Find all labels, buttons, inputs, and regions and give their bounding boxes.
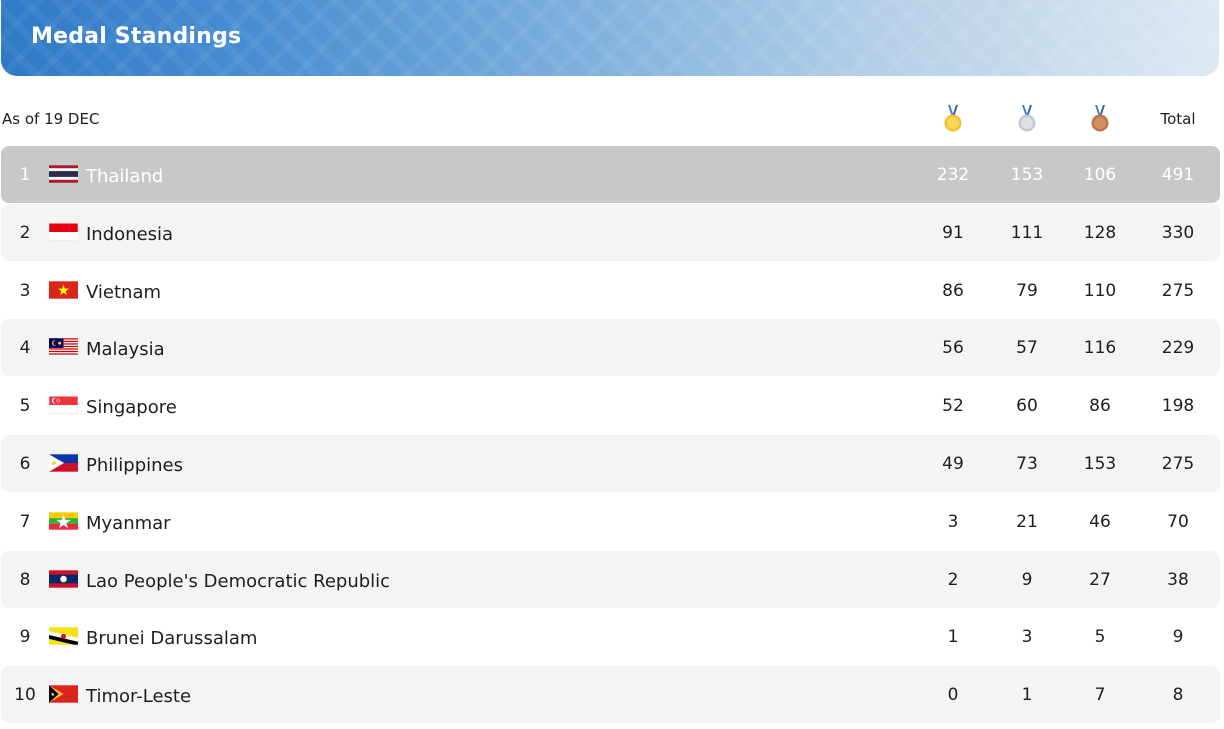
vietnam-flag-icon (49, 280, 78, 299)
table-header: As of 19 DEC Total (0, 100, 1220, 138)
table-row[interactable]: 8 Lao People's Democratic Republic 2 9 2… (1, 550, 1220, 608)
rank: 1 (19, 165, 31, 185)
as-of-date: As of 19 DEC (2, 110, 100, 128)
total-count: 330 (1161, 222, 1195, 243)
bronze-count: 116 (1083, 338, 1117, 359)
gold-count: 1 (947, 627, 959, 648)
table-row[interactable]: 7 Myanmar 3 21 46 70 (1, 493, 1220, 550)
silver-count: 3 (1021, 627, 1033, 648)
total-count: 491 (1161, 165, 1195, 185)
bronze-count: 5 (1094, 627, 1106, 648)
rank: 5 (19, 396, 31, 417)
bronze-count: 128 (1083, 222, 1117, 243)
silver-count: 153 (1010, 165, 1044, 185)
gold-count: 52 (942, 396, 964, 417)
page-title: Medal Standings (31, 24, 242, 49)
table-row[interactable]: 3 Vietnam 86 79 110 275 (1, 262, 1220, 319)
gold-count: 0 (947, 685, 959, 706)
total-count: 9 (1172, 627, 1184, 648)
country-name[interactable]: Vietnam (86, 282, 161, 303)
country-name[interactable]: Indonesia (86, 224, 173, 245)
thailand-flag-icon (49, 165, 78, 183)
country-name[interactable]: Thailand (86, 166, 163, 187)
bronze-count: 153 (1083, 453, 1117, 474)
total-count: 275 (1161, 280, 1195, 301)
gold-count: 86 (942, 280, 964, 301)
silver-count: 1 (1021, 685, 1033, 706)
silver-count: 73 (1016, 453, 1038, 474)
rank: 6 (19, 453, 31, 474)
country-name[interactable]: Timor-Leste (86, 686, 191, 707)
silver-medal-icon (1002, 104, 1052, 134)
indonesia-flag-icon (49, 222, 78, 241)
medal-standings-banner: Medal Standings (1, 0, 1219, 76)
brunei-flag-icon (49, 627, 78, 646)
silver-count: 111 (1010, 222, 1044, 243)
table-row[interactable]: 1 Thailand 232 153 106 491 (1, 146, 1220, 203)
country-name[interactable]: Philippines (86, 455, 183, 476)
laos-flag-icon (49, 569, 78, 588)
bronze-count: 7 (1094, 685, 1106, 706)
malaysia-flag-icon (49, 338, 78, 357)
rank: 2 (19, 222, 31, 243)
total-count: 198 (1161, 396, 1195, 417)
rank: 10 (14, 685, 36, 706)
total-count: 8 (1172, 685, 1184, 706)
singapore-flag-icon (49, 396, 78, 415)
country-name[interactable]: Myanmar (86, 513, 171, 534)
myanmar-flag-icon (49, 512, 78, 530)
gold-count: 91 (942, 222, 964, 243)
table-row[interactable]: 10 Timor-Leste 0 1 7 8 (1, 666, 1220, 724)
table-row[interactable]: 6 Philippines 49 73 153 275 (1, 434, 1220, 492)
rank: 8 (19, 569, 31, 590)
philippines-flag-icon (49, 454, 78, 472)
table-row[interactable]: 4 Malaysia 56 57 116 229 (1, 319, 1220, 377)
rank: 7 (19, 511, 31, 532)
country-name[interactable]: Malaysia (86, 339, 165, 360)
rank: 4 (19, 338, 31, 359)
gold-medal-icon (928, 104, 978, 134)
bronze-count: 106 (1083, 165, 1117, 185)
gold-count: 56 (942, 338, 964, 359)
silver-count: 21 (1016, 511, 1038, 532)
rank: 3 (19, 280, 31, 301)
silver-count: 57 (1016, 338, 1038, 359)
bronze-medal-icon (1075, 104, 1125, 134)
total-count: 70 (1167, 511, 1189, 532)
table-row[interactable]: 2 Indonesia 91 111 128 330 (1, 203, 1220, 261)
gold-count: 3 (947, 511, 959, 532)
silver-count: 60 (1016, 396, 1038, 417)
total-column-header: Total (1160, 110, 1196, 128)
rank: 9 (19, 627, 31, 648)
table-row[interactable]: 9 Brunei Darussalam 1 3 5 9 (1, 608, 1220, 665)
medal-table: 1 Thailand 232 153 106 491 2 Indonesia 9… (1, 146, 1220, 724)
bronze-count: 46 (1089, 511, 1111, 532)
table-row[interactable]: 5 Singapore 52 60 86 198 (1, 377, 1220, 434)
country-name[interactable]: Singapore (86, 397, 177, 418)
total-count: 229 (1161, 338, 1195, 359)
bronze-count: 27 (1089, 569, 1111, 590)
gold-count: 232 (936, 165, 970, 185)
gold-count: 49 (942, 453, 964, 474)
silver-count: 9 (1021, 569, 1033, 590)
country-name[interactable]: Brunei Darussalam (86, 628, 257, 649)
bronze-count: 86 (1089, 396, 1111, 417)
silver-count: 79 (1016, 280, 1038, 301)
gold-count: 2 (947, 569, 959, 590)
bronze-count: 110 (1083, 280, 1117, 301)
timor-leste-flag-icon (49, 685, 78, 703)
total-count: 275 (1161, 453, 1195, 474)
total-count: 38 (1167, 569, 1189, 590)
country-name[interactable]: Lao People's Democratic Republic (86, 571, 390, 592)
